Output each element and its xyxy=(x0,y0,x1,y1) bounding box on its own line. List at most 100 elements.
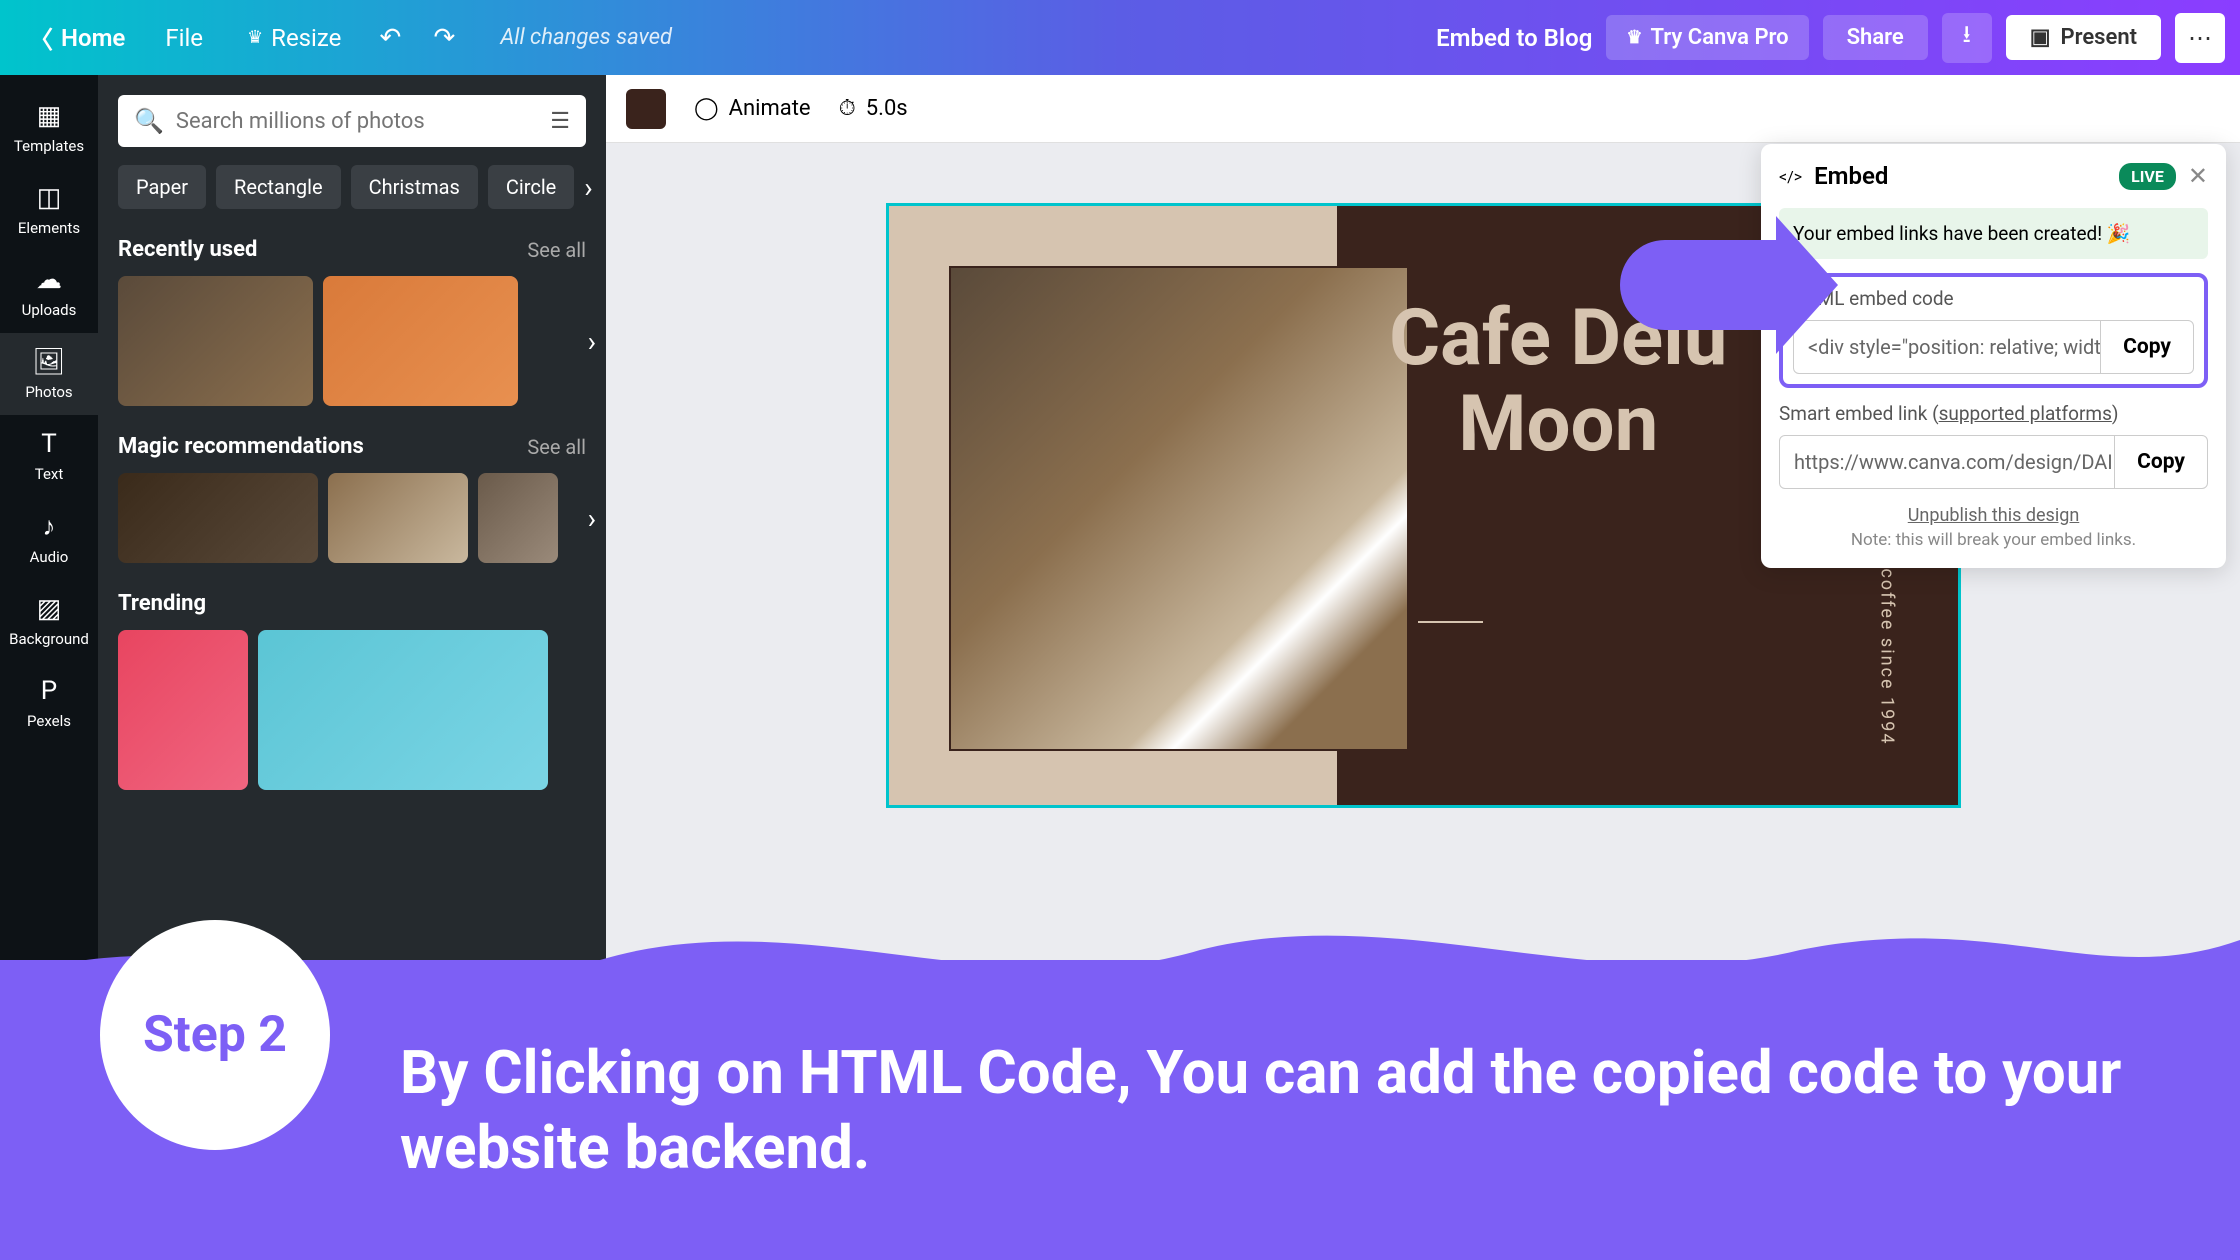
smart-embed-input[interactable]: https://www.canva.com/design/DAI xyxy=(1780,436,2114,488)
section-head: Magic recommendations See all xyxy=(118,434,586,459)
crown-icon: ♛ xyxy=(247,27,263,48)
animate-label: Animate xyxy=(729,96,811,121)
filter-icon[interactable]: ☰ xyxy=(550,109,570,134)
copy-html-button[interactable]: Copy xyxy=(2100,321,2193,373)
supported-platforms-link[interactable]: supported platforms xyxy=(1939,402,2112,425)
embed-title: Embed xyxy=(1814,162,2107,190)
overlay-text: By Clicking on HTML Code, You can add th… xyxy=(400,1035,2140,1185)
undo-icon: ↶ xyxy=(379,23,401,53)
try-pro-button[interactable]: ♛ Try Canva Pro xyxy=(1606,15,1808,60)
see-all-link[interactable]: See all xyxy=(527,435,586,459)
animate-button[interactable]: ◯ Animate xyxy=(694,96,811,121)
file-menu[interactable]: File xyxy=(147,16,221,60)
embed-success-banner: Your embed links have been created! 🎉 xyxy=(1779,208,2208,259)
section-head: Trending xyxy=(118,591,586,616)
topbar-left: 〈 Home File ♛ Resize ↶ ↷ All changes sav… xyxy=(15,12,672,63)
photo-thumb[interactable] xyxy=(323,276,518,406)
photo-thumb[interactable] xyxy=(118,276,313,406)
html-embed-row: <div style="position: relative; width Co… xyxy=(1793,320,2194,374)
see-all-link[interactable]: See all xyxy=(527,238,586,262)
photo-thumb[interactable] xyxy=(258,630,548,790)
photo-thumb[interactable] xyxy=(118,630,248,790)
sidenav-background[interactable]: ▨Background xyxy=(0,580,98,662)
topbar-right: Embed to Blog ♛ Try Canva Pro Share ⭳ ▣ … xyxy=(1436,13,2225,63)
search-icon: 🔍 xyxy=(134,107,164,135)
title-line: Moon xyxy=(1389,382,1727,468)
photo-thumb[interactable] xyxy=(478,473,558,563)
chevron-right-icon[interactable]: › xyxy=(588,502,596,535)
design-image[interactable] xyxy=(949,266,1409,751)
duration-control[interactable]: ⏱ 5.0s xyxy=(839,96,908,121)
autosave-status: All changes saved xyxy=(500,25,672,50)
embed-popup: </> Embed LIVE ✕ Your embed links have b… xyxy=(1761,144,2226,568)
section-magic: Magic recommendations See all › xyxy=(118,434,586,563)
sidenav-label: Background xyxy=(9,630,89,648)
trending-thumbs xyxy=(118,630,586,790)
redo-button[interactable]: ↷ xyxy=(421,15,467,61)
smart-label-pre: Smart embed link ( xyxy=(1779,402,1939,425)
design-divider xyxy=(1418,621,1483,623)
crown-icon: ♛ xyxy=(1626,27,1642,48)
embed-header: </> Embed LIVE ✕ xyxy=(1779,162,2208,190)
smart-embed-label: Smart embed link (supported platforms) xyxy=(1779,402,2208,425)
arrow-callout xyxy=(1620,240,1780,330)
sidenav-photos[interactable]: 🖼Photos xyxy=(0,333,98,415)
templates-icon: ▦ xyxy=(37,101,62,131)
photo-thumb[interactable] xyxy=(118,473,318,563)
chip-rectangle[interactable]: Rectangle xyxy=(216,165,341,209)
sidenav-text[interactable]: TText xyxy=(0,415,98,497)
chip-christmas[interactable]: Christmas xyxy=(351,165,478,209)
download-button[interactable]: ⭳ xyxy=(1942,13,1992,63)
search-input[interactable] xyxy=(176,109,538,134)
unpublish-note: Note: this will break your embed links. xyxy=(1779,530,2208,550)
sidenav-elements[interactable]: ◫Elements xyxy=(0,169,98,251)
home-label: Home xyxy=(61,24,125,52)
present-label: Present xyxy=(2061,25,2138,50)
live-badge: LIVE xyxy=(2119,163,2176,190)
embed-to-blog-link[interactable]: Embed to Blog xyxy=(1436,24,1592,52)
pexels-icon: P xyxy=(41,676,57,706)
chip-paper[interactable]: Paper xyxy=(118,165,206,209)
sidenav-pexels[interactable]: P Pexels xyxy=(0,662,98,744)
more-icon: ⋯ xyxy=(2188,24,2212,52)
photo-thumb[interactable] xyxy=(328,473,468,563)
undo-button[interactable]: ↶ xyxy=(367,15,413,61)
section-trending: Trending xyxy=(118,591,586,790)
sidenav-label: Text xyxy=(35,465,64,483)
resize-label: Resize xyxy=(271,24,341,52)
chevron-left-icon: 〈 xyxy=(29,20,53,55)
present-button[interactable]: ▣ Present xyxy=(2006,15,2161,60)
magic-thumbs: › xyxy=(118,473,586,563)
share-button[interactable]: Share xyxy=(1823,15,1928,60)
recent-thumbs: › xyxy=(118,276,586,406)
download-icon: ⭳ xyxy=(1963,17,1971,58)
close-icon[interactable]: ✕ xyxy=(2188,162,2208,190)
sidenav-uploads[interactable]: ☁Uploads xyxy=(0,251,98,333)
chevron-right-icon[interactable]: › xyxy=(588,325,596,358)
section-title: Magic recommendations xyxy=(118,434,364,459)
search-box[interactable]: 🔍 ☰ xyxy=(118,95,586,147)
section-title: Recently used xyxy=(118,237,257,262)
chevron-right-icon[interactable]: › xyxy=(584,171,592,204)
sidenav-label: Audio xyxy=(30,548,69,566)
home-button[interactable]: 〈 Home xyxy=(15,12,139,63)
smart-label-post: ) xyxy=(2112,402,2119,425)
sidenav-audio[interactable]: ♪Audio xyxy=(0,497,98,580)
sidenav-label: Pexels xyxy=(27,712,71,730)
resize-button[interactable]: ♛ Resize xyxy=(229,16,359,60)
more-button[interactable]: ⋯ xyxy=(2175,13,2225,63)
timer-icon: ⏱ xyxy=(839,96,856,121)
search-chips: Paper Rectangle Christmas Circle › xyxy=(118,165,586,209)
present-icon: ▣ xyxy=(2030,25,2051,50)
overlay-body: Step 2 By Clicking on HTML Code, You can… xyxy=(0,960,2240,1260)
step-text: Step 2 xyxy=(143,1006,287,1064)
chip-circle[interactable]: Circle xyxy=(488,165,574,209)
copy-smart-button[interactable]: Copy xyxy=(2114,436,2207,488)
color-swatch[interactable] xyxy=(626,89,666,129)
sidenav-label: Photos xyxy=(25,383,72,401)
html-embed-input[interactable]: <div style="position: relative; width xyxy=(1794,321,2100,373)
sidenav-templates[interactable]: ▦Templates xyxy=(0,87,98,169)
section-title: Trending xyxy=(118,591,206,616)
unpublish-link[interactable]: Unpublish this design xyxy=(1779,505,2208,526)
tutorial-overlay: Step 2 By Clicking on HTML Code, You can… xyxy=(0,900,2240,1260)
